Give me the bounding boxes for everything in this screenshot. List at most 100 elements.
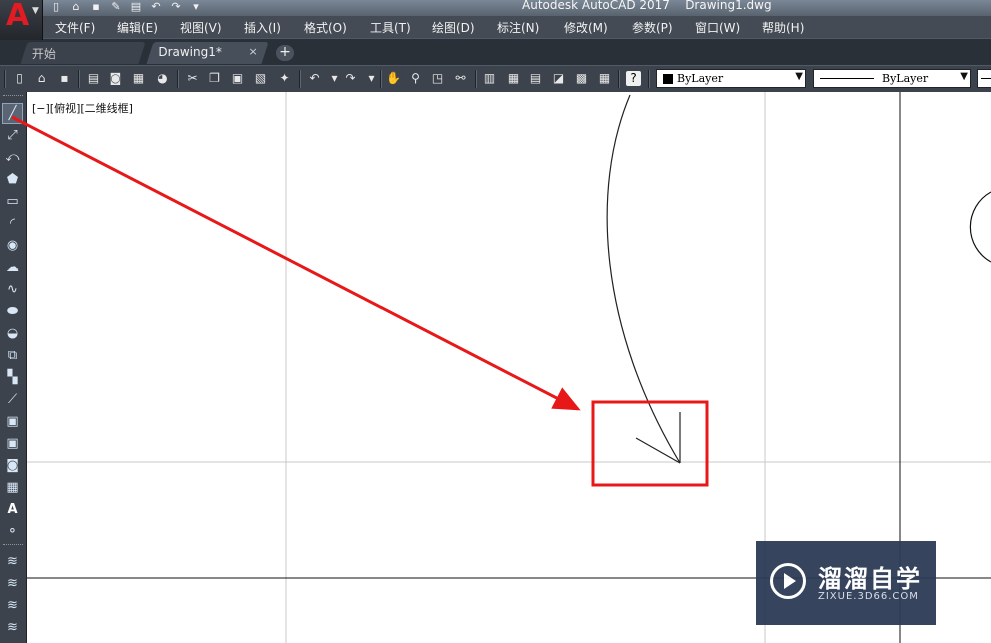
publish-icon[interactable]: ▦ bbox=[131, 71, 146, 86]
ellipse-arc-icon[interactable]: ◒ bbox=[3, 324, 22, 343]
menu-draw[interactable]: 绘图(D) bbox=[432, 19, 475, 36]
save-icon[interactable]: ▪ bbox=[57, 71, 72, 86]
redo-icon[interactable]: ↷ bbox=[168, 0, 184, 14]
undo-dropdown-icon[interactable]: ▾ bbox=[327, 71, 342, 86]
toolbar-grip[interactable] bbox=[3, 95, 23, 99]
application-menu-button[interactable]: A ▼ bbox=[0, 0, 43, 40]
toolbar-separator bbox=[648, 70, 650, 88]
viewport-controls[interactable]: [−][俯视][二维线框] bbox=[32, 100, 133, 116]
rectangle-icon[interactable]: ▭ bbox=[3, 192, 22, 211]
add-selected-icon[interactable]: ⚬ bbox=[3, 522, 22, 541]
open-file-icon[interactable]: ⌂ bbox=[68, 0, 84, 14]
polygon-icon[interactable]: ⬟ bbox=[3, 170, 22, 189]
zoom-window-icon[interactable]: ◳ bbox=[430, 71, 445, 86]
toolbar-separator bbox=[299, 70, 301, 88]
new-tab-button[interactable]: + bbox=[276, 45, 294, 61]
lineweight-control[interactable] bbox=[977, 69, 991, 88]
multiline-text-icon[interactable]: A bbox=[3, 500, 22, 519]
paste-icon[interactable]: ▣ bbox=[230, 71, 245, 86]
watermark-title: 溜溜自学 bbox=[818, 565, 922, 593]
chevron-down-icon: ▼ bbox=[32, 6, 39, 16]
zoom-realtime-icon[interactable]: ⚲ bbox=[408, 71, 423, 86]
linetype-sample bbox=[820, 78, 874, 79]
toolbar-separator bbox=[78, 70, 80, 88]
window-title: Autodesk AutoCAD 2017 Drawing1.dwg bbox=[522, 0, 772, 12]
plot-icon[interactable]: ▤ bbox=[128, 0, 144, 14]
save-as-icon[interactable]: ✎ bbox=[108, 0, 124, 14]
quick-access-toolbar: ▯ ⌂ ▪ ✎ ▤ ↶ ↷ ▾ bbox=[48, 0, 204, 16]
tab-start[interactable]: 开始 bbox=[20, 42, 146, 64]
new-icon[interactable]: ▯ bbox=[12, 71, 27, 86]
calculator-icon[interactable]: ▦ bbox=[597, 71, 612, 86]
zoom-previous-icon[interactable]: ⚯ bbox=[453, 71, 468, 86]
linetype-control[interactable]: ByLayer ▼ bbox=[813, 69, 971, 88]
gradient-icon[interactable]: ▣ bbox=[3, 434, 22, 453]
menu-insert[interactable]: 插入(I) bbox=[244, 19, 281, 36]
menu-window[interactable]: 窗口(W) bbox=[695, 19, 740, 36]
plot-preview-icon[interactable]: ◙ bbox=[108, 71, 123, 86]
tab-drawing1[interactable]: Drawing1* × bbox=[146, 42, 269, 64]
spline-icon[interactable]: ∿ bbox=[3, 280, 22, 299]
tab-start-label: 开始 bbox=[31, 47, 56, 61]
tool-palettes-icon[interactable]: ▤ bbox=[528, 71, 543, 86]
menu-parameters[interactable]: 参数(P) bbox=[632, 19, 673, 36]
menu-help[interactable]: 帮助(H) bbox=[762, 19, 804, 36]
layer-match-icon[interactable]: ≋ bbox=[3, 618, 22, 637]
chevron-down-icon[interactable]: ▼ bbox=[795, 71, 803, 82]
layer-previous-icon[interactable]: ≋ bbox=[3, 596, 22, 615]
toolbar-grip[interactable] bbox=[3, 544, 23, 548]
region-icon[interactable]: ◙ bbox=[3, 456, 22, 475]
construction-line-icon[interactable]: ⤢ bbox=[3, 126, 22, 145]
ellipse-icon[interactable]: ⬬ bbox=[3, 302, 22, 321]
menu-format[interactable]: 格式(O) bbox=[304, 19, 347, 36]
tab-drawing1-label: Drawing1* bbox=[158, 45, 222, 59]
title-bar: ▯ ⌂ ▪ ✎ ▤ ↶ ↷ ▾ Autodesk AutoCAD 2017 Dr… bbox=[0, 0, 991, 16]
revision-cloud-icon[interactable]: ☁ bbox=[3, 258, 22, 277]
insert-block-icon[interactable]: ⧉ bbox=[3, 346, 22, 365]
layer-properties-icon[interactable]: ≋ bbox=[3, 552, 22, 571]
line-tool-icon[interactable]: ╱ bbox=[2, 103, 23, 124]
undo-icon[interactable]: ↶ bbox=[307, 71, 322, 86]
help-icon[interactable]: ? bbox=[626, 71, 641, 86]
save-icon[interactable]: ▪ bbox=[88, 0, 104, 14]
redo-icon[interactable]: ↷ bbox=[343, 71, 358, 86]
3d-print-icon[interactable]: ◕ bbox=[155, 71, 170, 86]
undo-icon[interactable]: ↶ bbox=[148, 0, 164, 14]
pan-icon[interactable]: ✋ bbox=[386, 71, 401, 86]
sheet-set-icon[interactable]: ◪ bbox=[551, 71, 566, 86]
customize-qat-icon[interactable]: ▾ bbox=[188, 0, 204, 14]
copy-icon[interactable]: ❐ bbox=[207, 71, 222, 86]
redo-dropdown-icon[interactable]: ▾ bbox=[364, 71, 379, 86]
toolbar-grip[interactable] bbox=[4, 70, 6, 88]
properties-icon[interactable]: ▥ bbox=[482, 71, 497, 86]
chevron-down-icon[interactable]: ▼ bbox=[960, 71, 968, 82]
match-properties-icon[interactable]: ▧ bbox=[253, 71, 268, 86]
open-icon[interactable]: ⌂ bbox=[34, 71, 49, 86]
cut-icon[interactable]: ✂ bbox=[185, 71, 200, 86]
menu-edit[interactable]: 编辑(E) bbox=[117, 19, 158, 36]
hatch-icon[interactable]: ▣ bbox=[3, 412, 22, 431]
point-icon[interactable]: ⟋ bbox=[3, 390, 22, 409]
new-file-icon[interactable]: ▯ bbox=[48, 0, 64, 14]
linetype-value: ByLayer bbox=[882, 72, 929, 85]
menu-file[interactable]: 文件(F) bbox=[55, 19, 95, 36]
plot-icon[interactable]: ▤ bbox=[86, 71, 101, 86]
menu-modify[interactable]: 修改(M) bbox=[564, 19, 608, 36]
design-center-icon[interactable]: ▦ bbox=[506, 71, 521, 86]
make-block-icon[interactable]: ▚ bbox=[3, 368, 22, 387]
close-icon[interactable]: × bbox=[248, 45, 257, 58]
lineweight-sample bbox=[981, 78, 991, 79]
markup-icon[interactable]: ▩ bbox=[574, 71, 589, 86]
color-control[interactable]: ByLayer ▼ bbox=[656, 69, 806, 88]
polyline-icon[interactable]: ⤺ bbox=[3, 148, 22, 167]
menu-dimension[interactable]: 标注(N) bbox=[497, 19, 539, 36]
table-icon[interactable]: ▦ bbox=[3, 478, 22, 497]
menu-view[interactable]: 视图(V) bbox=[180, 19, 222, 36]
arc-icon[interactable]: ◜ bbox=[3, 214, 22, 233]
circle-icon[interactable]: ◉ bbox=[3, 236, 22, 255]
menu-tools[interactable]: 工具(T) bbox=[370, 19, 411, 36]
color-swatch bbox=[663, 74, 673, 84]
standard-toolbar: ▯ ⌂ ▪ ▤ ◙ ▦ ◕ ✂ ❐ ▣ ▧ ✦ ↶ ▾ ↷ ▾ ✋ ⚲ ◳ ⚯ … bbox=[0, 65, 991, 93]
layer-state-icon[interactable]: ≋ bbox=[3, 574, 22, 593]
block-editor-icon[interactable]: ✦ bbox=[277, 71, 292, 86]
